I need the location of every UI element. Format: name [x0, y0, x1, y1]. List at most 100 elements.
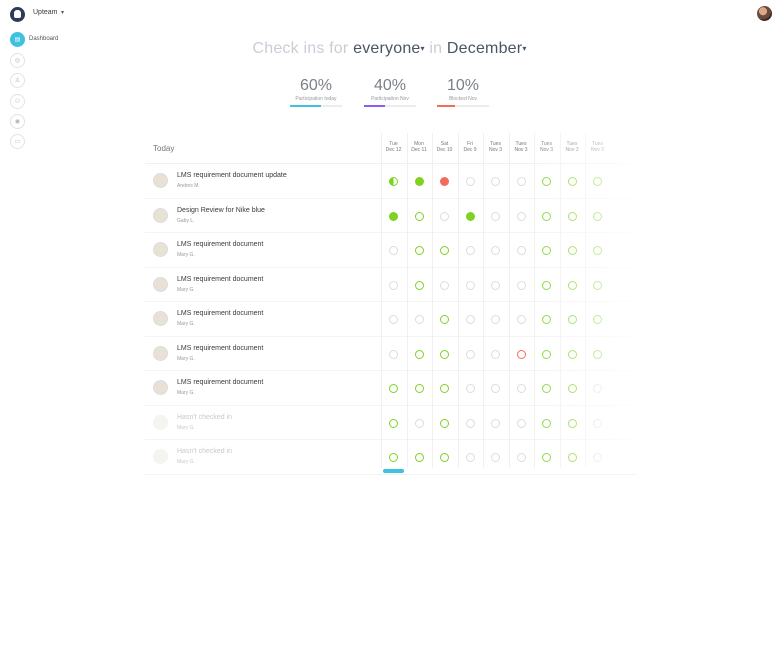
- checkin-status-dot[interactable]: [516, 246, 526, 255]
- checkin-status-dot[interactable]: [491, 177, 500, 186]
- checkin-status-dot[interactable]: [516, 349, 526, 359]
- nav-billing[interactable]: ▭: [10, 134, 25, 149]
- checkin-title[interactable]: LMS requirement document: [177, 310, 263, 317]
- checkin-status-dot[interactable]: [414, 384, 424, 393]
- checkin-status-dot[interactable]: [414, 177, 424, 186]
- checkin-title[interactable]: LMS requirement document update: [177, 172, 287, 179]
- checkin-status-dot[interactable]: [491, 246, 500, 255]
- checkin-status-dot[interactable]: [516, 453, 526, 462]
- checkin-status-dot[interactable]: [491, 453, 500, 462]
- checkin-status-dot[interactable]: [440, 384, 449, 393]
- checkin-status-dot[interactable]: [542, 384, 551, 393]
- checkin-status-dot[interactable]: [567, 453, 577, 462]
- checkin-status-dot[interactable]: [465, 177, 475, 186]
- checkin-status-dot[interactable]: [440, 349, 449, 359]
- checkin-status-dot[interactable]: [567, 384, 577, 393]
- checkin-status-dot[interactable]: [414, 211, 424, 221]
- checkin-status-dot[interactable]: [593, 349, 602, 359]
- checkin-status-dot[interactable]: [440, 177, 449, 186]
- checkin-status-dot[interactable]: [389, 246, 398, 255]
- checkin-status-dot[interactable]: [567, 418, 577, 428]
- checkin-status-dot[interactable]: [491, 384, 500, 393]
- checkin-status-dot[interactable]: [567, 349, 577, 359]
- checkin-status-dot[interactable]: [389, 384, 398, 393]
- checkin-status-dot[interactable]: [567, 177, 577, 186]
- checkin-status-dot[interactable]: [516, 280, 526, 290]
- checkin-status-dot[interactable]: [465, 384, 475, 393]
- checkin-status-dot[interactable]: [542, 453, 551, 462]
- checkin-status-dot[interactable]: [516, 211, 526, 221]
- nav-people[interactable]: ♙: [10, 73, 25, 88]
- checkin-status-dot[interactable]: [593, 315, 602, 324]
- team-caret-icon[interactable]: ▾: [61, 9, 64, 16]
- checkin-status-dot[interactable]: [491, 315, 500, 324]
- checkin-status-dot[interactable]: [440, 280, 449, 290]
- checkin-status-dot[interactable]: [389, 177, 398, 186]
- checkin-status-dot[interactable]: [542, 280, 551, 290]
- checkin-status-dot[interactable]: [567, 315, 577, 324]
- checkin-status-dot[interactable]: [593, 211, 602, 221]
- checkin-status-dot[interactable]: [516, 418, 526, 428]
- user-avatar[interactable]: [757, 6, 772, 21]
- nav-settings[interactable]: ◉: [10, 114, 25, 129]
- checkin-status-dot[interactable]: [414, 418, 424, 428]
- checkin-status-dot[interactable]: [389, 315, 398, 324]
- audience-dropdown[interactable]: everyone▾: [353, 40, 425, 57]
- checkin-status-dot[interactable]: [593, 246, 602, 255]
- checkin-status-dot[interactable]: [414, 280, 424, 290]
- checkin-status-dot[interactable]: [542, 177, 551, 186]
- checkin-title[interactable]: LMS requirement document: [177, 276, 263, 283]
- team-name[interactable]: Upteam: [33, 9, 58, 16]
- checkin-status-dot[interactable]: [465, 453, 475, 462]
- checkin-title[interactable]: Design Review for Nike blue: [177, 207, 265, 214]
- checkin-status-dot[interactable]: [440, 211, 449, 221]
- checkin-status-dot[interactable]: [542, 211, 551, 221]
- checkin-status-dot[interactable]: [491, 349, 500, 359]
- checkin-status-dot[interactable]: [440, 418, 449, 428]
- checkin-status-dot[interactable]: [465, 211, 475, 221]
- checkin-status-dot[interactable]: [542, 418, 551, 428]
- checkin-title[interactable]: Hasn't checked in: [177, 414, 232, 421]
- checkin-status-dot[interactable]: [465, 349, 475, 359]
- checkin-status-dot[interactable]: [440, 315, 449, 324]
- checkin-status-dot[interactable]: [567, 280, 577, 290]
- checkin-status-dot[interactable]: [491, 418, 500, 428]
- checkin-status-dot[interactable]: [414, 453, 424, 462]
- checkin-status-dot[interactable]: [389, 349, 398, 359]
- checkin-status-dot[interactable]: [542, 246, 551, 255]
- checkin-title[interactable]: LMS requirement document: [177, 241, 263, 248]
- checkin-status-dot[interactable]: [516, 384, 526, 393]
- checkin-status-dot[interactable]: [389, 453, 398, 462]
- checkin-status-dot[interactable]: [465, 418, 475, 428]
- checkin-status-dot[interactable]: [389, 280, 398, 290]
- checkin-status-dot[interactable]: [491, 211, 500, 221]
- checkin-status-dot[interactable]: [593, 280, 602, 290]
- checkin-status-dot[interactable]: [542, 349, 551, 359]
- checkin-title[interactable]: LMS requirement document: [177, 345, 263, 352]
- checkin-status-dot[interactable]: [593, 177, 602, 186]
- checkin-status-dot[interactable]: [567, 246, 577, 255]
- checkin-status-dot[interactable]: [465, 315, 475, 324]
- checkin-status-dot[interactable]: [440, 453, 449, 462]
- checkin-status-dot[interactable]: [593, 418, 602, 428]
- checkin-status-dot[interactable]: [516, 177, 526, 186]
- checkin-status-dot[interactable]: [567, 211, 577, 221]
- checkin-status-dot[interactable]: [414, 349, 424, 359]
- checkin-status-dot[interactable]: [389, 211, 398, 221]
- checkin-status-dot[interactable]: [542, 315, 551, 324]
- checkin-title[interactable]: LMS requirement document: [177, 379, 263, 386]
- checkin-status-dot[interactable]: [389, 418, 398, 428]
- period-dropdown[interactable]: December▾: [447, 40, 527, 57]
- checkin-title[interactable]: Hasn't checked in: [177, 448, 232, 455]
- checkin-status-dot[interactable]: [414, 315, 424, 324]
- checkin-status-dot[interactable]: [414, 246, 424, 255]
- checkin-status-dot[interactable]: [593, 384, 602, 393]
- checkin-status-dot[interactable]: [491, 280, 500, 290]
- checkin-status-dot[interactable]: [593, 453, 602, 462]
- checkin-status-dot[interactable]: [440, 246, 449, 255]
- nav-teams[interactable]: ⚇: [10, 94, 25, 109]
- checkin-status-dot[interactable]: [516, 315, 526, 324]
- checkin-status-dot[interactable]: [465, 280, 475, 290]
- checkin-status-dot[interactable]: [465, 246, 475, 255]
- app-logo[interactable]: [10, 7, 25, 22]
